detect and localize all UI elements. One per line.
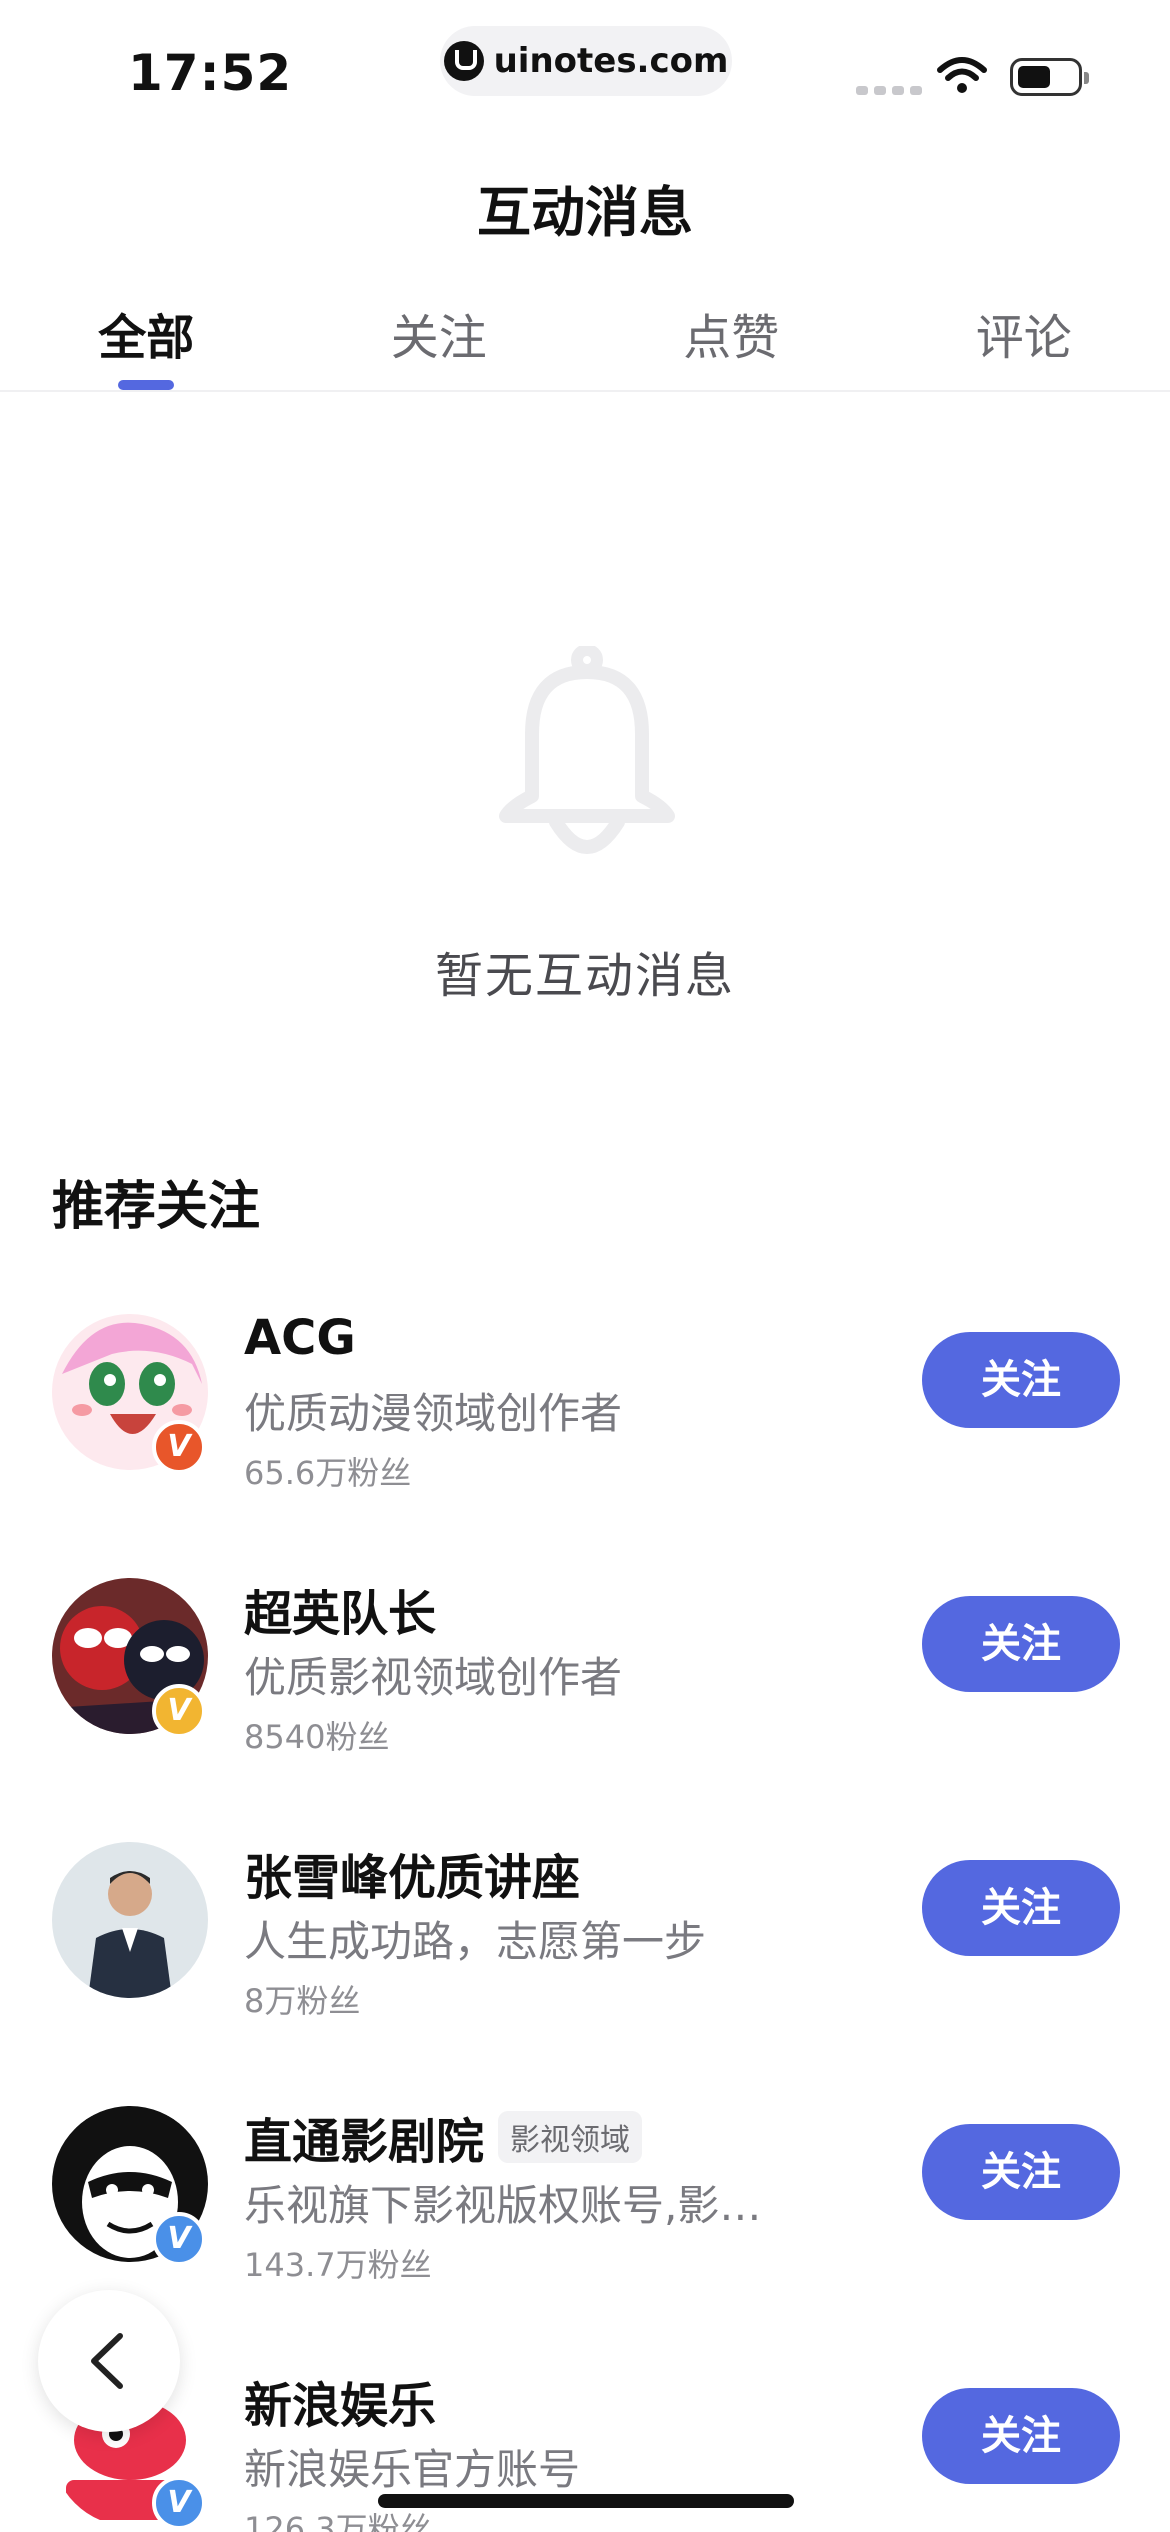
verified-badge-icon: V: [152, 2476, 206, 2530]
fan-count: 8万粉丝: [244, 1982, 361, 2020]
tab-label: 评论: [975, 310, 1072, 366]
home-indicator[interactable]: [378, 2494, 794, 2508]
chevron-left-icon: [91, 2333, 123, 2389]
avatar[interactable]: [52, 1842, 208, 1998]
verified-badge-icon: V: [152, 1684, 206, 1738]
recommend-item-acg[interactable]: V ACG 优质动漫领域创作者 65.6万粉丝 关注: [0, 1310, 1170, 1514]
recommend-item-cinema[interactable]: V 直通影剧院 影视领域 乐视旗下影视版权账号,影… 143.7万粉丝 关注: [0, 2106, 1170, 2306]
follow-button[interactable]: 关注: [922, 2124, 1120, 2220]
site-logo-icon: [443, 41, 484, 81]
tab-bar: 全部 关注 点赞 评论: [0, 298, 1170, 392]
status-bar: 17:52 uinotes.com: [0, 0, 1170, 130]
recommend-section-title: 推荐关注: [52, 1177, 261, 1237]
back-button[interactable]: [38, 2290, 180, 2432]
account-name: 直通影剧院 影视领域: [244, 2102, 643, 2172]
fan-count: 143.7万粉丝: [244, 2246, 432, 2284]
follow-button[interactable]: 关注: [922, 1596, 1120, 1692]
bell-icon: [499, 646, 675, 854]
url-text: uinotes.com: [493, 41, 729, 81]
wifi-icon: [937, 57, 987, 93]
account-name-text: 张雪峰优质讲座: [244, 1850, 581, 1906]
verified-badge-icon: V: [152, 2212, 206, 2266]
follow-button[interactable]: 关注: [922, 1332, 1120, 1428]
account-name-text: 超英队长: [244, 1586, 437, 1642]
active-tab-indicator: [118, 380, 175, 390]
tab-label: 点赞: [683, 310, 780, 366]
tab-follow[interactable]: 关注: [293, 298, 586, 390]
fan-count: 126.3万粉丝: [244, 2510, 432, 2532]
page-title: 互动消息: [477, 181, 693, 244]
tab-label: 关注: [390, 310, 487, 366]
account-description: 优质动漫领域创作者: [244, 1389, 623, 1438]
account-name: 新浪娱乐: [244, 2366, 436, 2436]
cellular-signal-icon: [856, 86, 922, 95]
account-name: 张雪峰优质讲座: [244, 1838, 580, 1908]
fan-count: 65.6万粉丝: [244, 1454, 412, 1492]
verified-badge-icon: V: [152, 1420, 206, 1474]
battery-icon: [1010, 58, 1089, 96]
account-name-text: ACG: [244, 1310, 356, 1366]
tab-all[interactable]: 全部: [0, 298, 293, 390]
recommend-item-captain[interactable]: V 超英队长 优质影视领域创作者 8540粉丝 关注: [0, 1578, 1170, 1778]
account-description: 优质影视领域创作者: [244, 1653, 623, 1702]
account-description: 人生成功路，志愿第一步: [244, 1917, 707, 1966]
category-tag: 影视领域: [498, 2111, 643, 2163]
tab-label: 全部: [98, 310, 195, 366]
follow-button[interactable]: 关注: [922, 2388, 1120, 2484]
account-name: 超英队长: [244, 1574, 436, 1644]
account-name-text: 新浪娱乐: [244, 2378, 437, 2434]
account-description: 新浪娱乐官方账号: [244, 2445, 581, 2494]
url-pill[interactable]: uinotes.com: [440, 26, 732, 96]
follow-button[interactable]: 关注: [922, 1860, 1120, 1956]
account-name-text: 直通影剧院: [244, 2114, 485, 2170]
fan-count: 8540粉丝: [244, 1718, 390, 1756]
account-name: ACG: [244, 1310, 356, 1366]
account-description: 乐视旗下影视版权账号,影…: [244, 2181, 762, 2230]
tab-comments[interactable]: 评论: [878, 298, 1170, 390]
status-time: 17:52: [128, 44, 293, 102]
recommend-item-lecture[interactable]: 张雪峰优质讲座 人生成功路，志愿第一步 8万粉丝 关注: [0, 1842, 1170, 2042]
empty-state-text: 暂无互动消息: [434, 948, 735, 1004]
tab-likes[interactable]: 点赞: [585, 298, 878, 390]
